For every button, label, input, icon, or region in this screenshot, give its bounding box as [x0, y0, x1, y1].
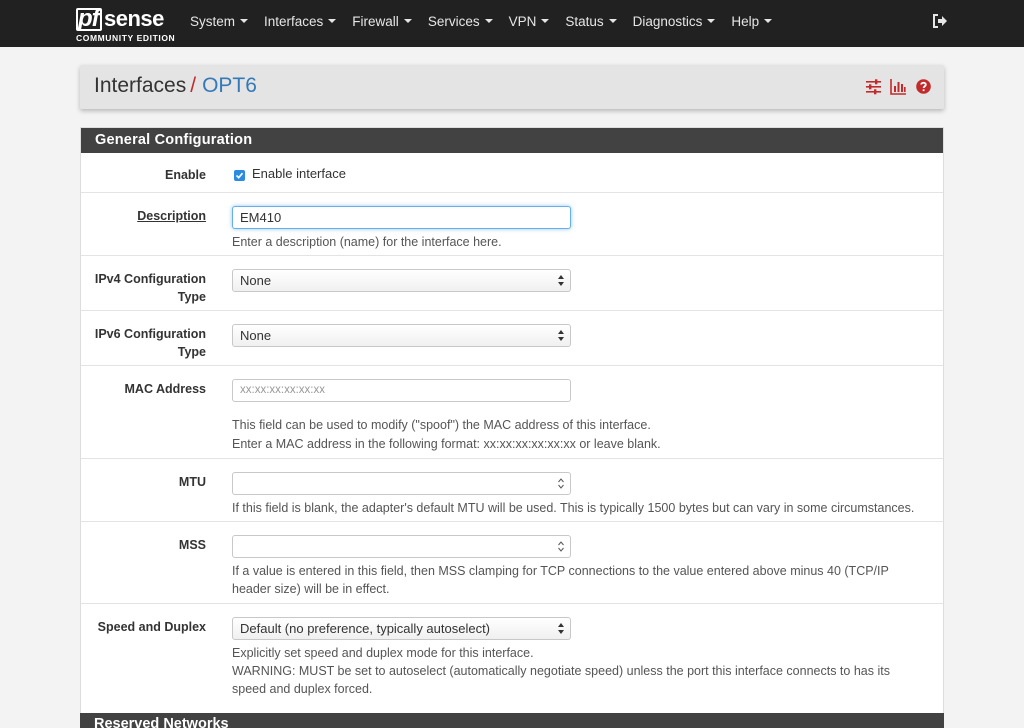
nav-item-interfaces[interactable]: Interfaces — [264, 0, 352, 47]
description-row: Description EM410 Enter a description (n… — [81, 193, 943, 256]
enable-checkbox[interactable] — [234, 170, 245, 181]
ipv4-type-label-line2: Type — [177, 290, 206, 304]
sign-out-icon[interactable] — [932, 13, 950, 31]
breadcrumb-parent: Interfaces — [94, 74, 187, 97]
ipv4-type-value: None — [240, 273, 272, 288]
mss-help-2: header size) will be in effect. — [232, 582, 390, 596]
ipv6-type-label-line2: Type — [177, 345, 206, 359]
nav-menu: System Interfaces Firewall Services VPN … — [190, 0, 788, 47]
description-input[interactable]: EM410 — [232, 206, 571, 229]
enable-row: Enable Enable interface — [81, 153, 943, 193]
caret-down-icon — [328, 19, 337, 24]
nav-item-help[interactable]: Help — [731, 0, 788, 47]
ipv4-type-label-line1: IPv4 Configuration — [94, 272, 206, 286]
nav-item-label: System — [190, 14, 236, 29]
ipv4-type-label: IPv4 Configuration Type — [81, 270, 206, 306]
ipv4-type-select[interactable]: None — [232, 269, 571, 292]
nav-item-diagnostics[interactable]: Diagnostics — [633, 0, 732, 47]
nav-item-label: Status — [565, 14, 604, 29]
breadcrumb-current[interactable]: OPT6 — [202, 74, 257, 97]
spinner-arrows-icon[interactable] — [558, 541, 564, 552]
nav-item-label: Interfaces — [264, 14, 324, 29]
speed-duplex-help-3: speed and duplex forced. — [232, 682, 373, 696]
speed-duplex-row: Speed and Duplex Default (no preference,… — [81, 604, 943, 704]
mtu-help: If this field is blank, the adapter's de… — [232, 501, 915, 515]
nav-item-label: Diagnostics — [632, 14, 703, 29]
logo-edition-text: COMMUNITY EDITION — [76, 33, 176, 43]
ipv6-type-value: None — [240, 328, 272, 343]
pfsense-logo[interactable]: pf sense COMMUNITY EDITION — [76, 5, 176, 43]
speed-duplex-label: Speed and Duplex — [97, 620, 206, 634]
breadcrumb-separator: / — [190, 74, 197, 97]
speed-duplex-select[interactable]: Default (no preference, typically autose… — [232, 617, 571, 640]
description-help: Enter a description (name) for the inter… — [232, 235, 502, 249]
select-arrows-icon — [558, 330, 564, 341]
nav-item-firewall[interactable]: Firewall — [352, 0, 428, 47]
mtu-label: MTU — [178, 475, 206, 489]
mss-label: MSS — [178, 538, 206, 552]
panel-heading: General Configuration — [81, 128, 943, 153]
nav-item-label: Services — [427, 14, 480, 29]
caret-down-icon — [608, 19, 617, 24]
ipv6-type-label: IPv6 Configuration Type — [81, 325, 206, 361]
mtu-input[interactable] — [232, 472, 571, 495]
caret-down-icon — [240, 19, 249, 24]
nav-item-system[interactable]: System — [190, 0, 264, 47]
breadcrumb-panel: Interfaces / OPT6 — [80, 65, 944, 109]
caret-down-icon — [764, 19, 773, 24]
nav-item-vpn[interactable]: VPN — [509, 0, 566, 47]
speed-duplex-help-2: WARNING: MUST be set to autoselect (auto… — [232, 664, 890, 678]
speed-duplex-value: Default (no preference, typically autose… — [240, 621, 491, 636]
mac-address-help-2: Enter a MAC address in the following for… — [232, 437, 661, 451]
mac-address-input[interactable]: xx:xx:xx:xx:xx:xx — [232, 379, 571, 402]
caret-down-icon — [707, 19, 716, 24]
mss-row: MSS If a value is entered in this field,… — [81, 522, 943, 604]
nav-item-label: Help — [731, 14, 760, 29]
question-circle-icon[interactable] — [915, 78, 932, 95]
ipv6-type-label-line1: IPv6 Configuration — [94, 327, 206, 341]
general-configuration-panel: General Configuration Enable Enable inte… — [80, 127, 944, 728]
mac-address-label: MAC Address — [124, 382, 207, 396]
mtu-row: MTU If this field is blank, the adapter'… — [81, 459, 943, 522]
ipv6-type-select[interactable]: None — [232, 324, 571, 347]
logo-sense-text: sense — [104, 6, 164, 31]
mss-help-1: If a value is entered in this field, the… — [232, 564, 889, 578]
mss-input[interactable] — [232, 535, 571, 558]
breadcrumb: Interfaces / OPT6 — [94, 74, 257, 98]
ipv6-type-row: IPv6 Configuration Type None — [81, 311, 943, 366]
mac-address-row: MAC Address xx:xx:xx:xx:xx:xx This field… — [81, 366, 943, 459]
nav-item-label: Firewall — [352, 14, 399, 29]
select-arrows-icon — [558, 623, 564, 634]
top-navbar: pf sense COMMUNITY EDITION System Interf… — [0, 0, 1024, 47]
nav-item-services[interactable]: Services — [428, 0, 509, 47]
caret-down-icon — [403, 19, 412, 24]
nav-item-status[interactable]: Status — [565, 0, 632, 47]
reserved-networks-heading: Reserved Networks — [80, 713, 944, 728]
nav-item-label: VPN — [508, 14, 537, 29]
description-label[interactable]: Description — [81, 207, 206, 225]
mac-address-help-1: This field can be used to modify ("spoof… — [232, 418, 651, 432]
spinner-arrows-icon[interactable] — [558, 478, 564, 489]
logo-pf-text: pf — [78, 5, 100, 32]
breadcrumb-actions — [865, 78, 932, 95]
speed-duplex-help-1: Explicitly set speed and duplex mode for… — [232, 646, 534, 660]
enable-checkbox-label[interactable]: Enable interface — [252, 166, 346, 181]
select-arrows-icon — [558, 275, 564, 286]
enable-label: Enable — [165, 168, 206, 182]
ipv4-type-row: IPv4 Configuration Type None — [81, 256, 943, 311]
caret-down-icon — [484, 19, 493, 24]
caret-down-icon — [541, 19, 550, 24]
bar-chart-icon[interactable] — [890, 78, 907, 95]
sliders-icon[interactable] — [865, 78, 882, 95]
